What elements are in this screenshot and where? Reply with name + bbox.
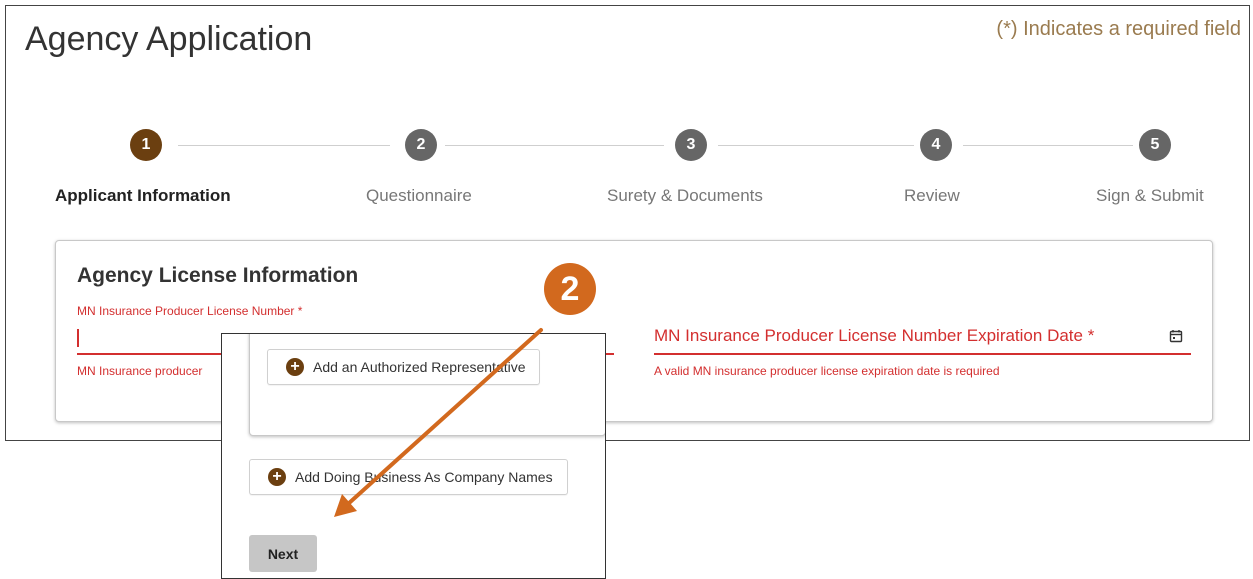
add-dba-names-button[interactable]: + Add Doing Business As Company Names: [249, 459, 568, 495]
step-5-indicator[interactable]: 5: [1139, 129, 1171, 161]
license-number-error: MN Insurance producer: [77, 364, 203, 378]
plus-circle-icon: +: [286, 358, 304, 376]
expiration-date-label: MN Insurance Producer License Number Exp…: [654, 326, 1095, 345]
stepper-connector: [718, 145, 914, 146]
add-dba-names-label: Add Doing Business As Company Names: [295, 469, 553, 485]
step-3-indicator[interactable]: 3: [675, 129, 707, 161]
step-number-badge-text: 2: [561, 270, 580, 308]
step-label-surety-documents[interactable]: Surety & Documents: [607, 186, 763, 206]
inset-screenshot: + Add an Authorized Representative + Add…: [221, 333, 606, 579]
calendar-icon[interactable]: [1169, 329, 1183, 343]
stepper-connector: [963, 145, 1133, 146]
expiration-date-underline: [654, 353, 1191, 355]
plus-circle-icon: +: [268, 468, 286, 486]
step-1-indicator[interactable]: 1: [130, 129, 162, 161]
step-label-review[interactable]: Review: [904, 186, 960, 206]
stepper-connector: [445, 145, 664, 146]
step-number-badge: 2: [544, 263, 596, 315]
step-label-applicant-information[interactable]: Applicant Information: [55, 186, 231, 206]
license-number-label: MN Insurance Producer License Number *: [77, 304, 303, 318]
expiration-date-error: A valid MN insurance producer license ex…: [654, 364, 1000, 378]
step-2-indicator[interactable]: 2: [405, 129, 437, 161]
required-field-note: (*) Indicates a required field: [996, 18, 1241, 40]
stepper-connector: [178, 145, 390, 146]
add-authorized-representative-label: Add an Authorized Representative: [313, 359, 526, 375]
step-4-indicator[interactable]: 4: [920, 129, 952, 161]
next-button[interactable]: Next: [249, 535, 317, 572]
agency-license-card-title: Agency License Information: [77, 264, 359, 287]
step-label-questionnaire[interactable]: Questionnaire: [366, 186, 472, 206]
license-number-input[interactable]: [77, 329, 79, 347]
step-label-sign-submit[interactable]: Sign & Submit: [1096, 186, 1204, 206]
page-title: Agency Application: [25, 20, 313, 58]
add-authorized-representative-button[interactable]: + Add an Authorized Representative: [267, 349, 541, 385]
